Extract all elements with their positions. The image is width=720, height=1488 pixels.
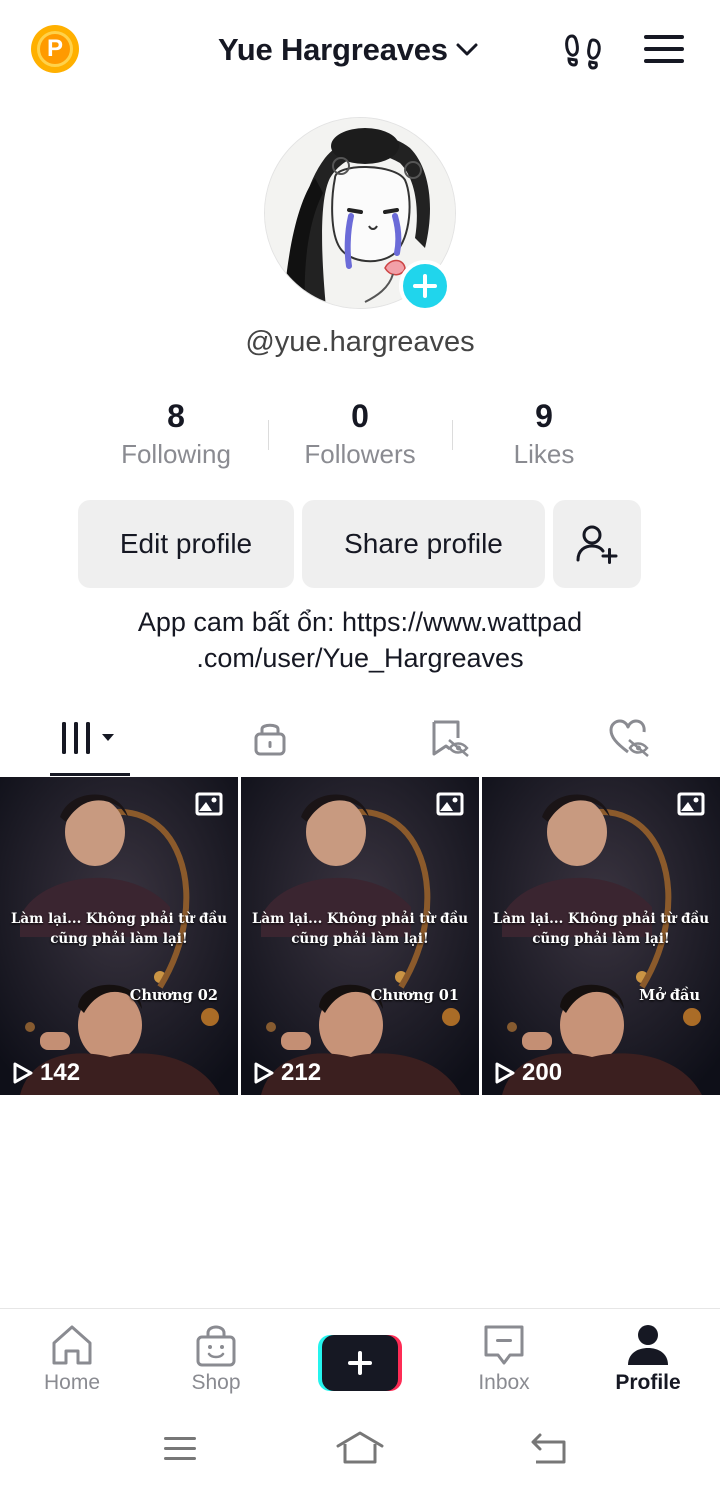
stat-followers-value: 0 [351,398,369,434]
photo-post-icon [195,792,223,816]
nav-inbox-label: Inbox [478,1371,530,1394]
promo-coin-button[interactable]: P [31,25,79,73]
nav-create[interactable] [288,1309,432,1408]
edit-profile-button[interactable]: Edit profile [78,500,294,588]
video-thumbnail[interactable]: Làm lại... Không phải từ đầu cũng phải l… [482,777,720,1095]
create-button[interactable] [318,1335,402,1391]
bottom-navigation: Home Shop Inbox Profile [0,1308,720,1408]
profile-icon [628,1325,668,1365]
video-caption-line1: Làm lại... Không phải từ đầu [492,911,710,927]
inbox-icon [484,1325,524,1365]
nav-shop-label: Shop [191,1371,241,1394]
video-thumbnail[interactable]: Làm lại... Không phải từ đầu cũng phải l… [241,777,479,1095]
hamburger-menu-icon[interactable] [643,31,685,67]
play-icon [495,1062,515,1084]
stat-following[interactable]: 8 Following [84,396,268,486]
video-caption-line2: cũng phải làm lại! [291,931,429,947]
content-tabs [0,700,720,776]
shopping-bag-icon [196,1325,236,1367]
add-friends-button[interactable] [553,500,641,588]
tab-liked[interactable] [540,700,720,776]
nav-home[interactable]: Home [0,1309,144,1408]
back-icon[interactable] [528,1432,572,1466]
video-caption-line1: Làm lại... Không phải từ đầu [10,911,228,927]
video-caption-line2: cũng phải làm lại! [532,931,670,947]
stat-likes-label: Likes [513,439,575,469]
profile-bio: App cam bất ổn: https://www.wattpad .com… [137,607,583,673]
photo-post-icon [677,792,705,816]
stat-likes-value: 9 [535,398,553,434]
photo-post-icon [436,792,464,816]
tab-private[interactable] [180,700,360,776]
view-count: 200 [494,1059,562,1087]
video-caption-line2: cũng phải làm lại! [50,931,188,947]
system-navigation-bar [0,1410,720,1488]
top-bar: P Yue Hargreaves [0,0,720,100]
add-user-icon [576,525,618,564]
video-thumbnail[interactable]: Làm lại... Không phải từ đầu cũng phải l… [0,777,238,1095]
view-count-value: 142 [40,1059,81,1086]
lock-icon [254,723,286,756]
stat-followers[interactable]: 0 Followers [268,396,452,486]
page-title: Yue Hargreaves [218,32,448,67]
grid-icon [62,722,114,754]
video-caption: Làm lại... Không phải từ đầu cũng phải l… [8,909,230,949]
nav-profile-label: Profile [615,1371,681,1394]
account-switcher[interactable]: Yue Hargreaves [218,28,480,72]
video-chapter-label: Mở đầu [639,987,700,1004]
view-count-value: 200 [522,1059,563,1086]
add-avatar-button[interactable] [399,260,451,312]
plus-icon [348,1351,372,1375]
home-icon [52,1325,92,1365]
stat-following-label: Following [121,439,231,469]
plus-icon [413,274,437,298]
video-chapter-label: Chương 01 [370,987,459,1004]
video-grid: Làm lại... Không phải từ đầu cũng phải l… [0,777,720,1095]
promo-letter: P [37,31,73,67]
avatar-container[interactable] [264,117,456,312]
nav-shop[interactable]: Shop [144,1309,288,1408]
video-caption-line1: Làm lại... Không phải từ đầu [251,911,469,927]
create-button-body [322,1335,398,1391]
system-home-icon[interactable] [335,1430,385,1466]
profile-handle: @yue.hargreaves [245,326,475,358]
play-icon [254,1062,274,1084]
video-caption: Làm lại... Không phải từ đầu cũng phải l… [249,909,471,949]
stat-following-value: 8 [167,398,185,434]
stat-followers-label: Followers [304,439,416,469]
video-chapter-label: Chương 02 [129,987,218,1004]
profile-stats: 8 Following 0 Followers 9 Likes [84,396,636,486]
nav-profile[interactable]: Profile [576,1309,720,1408]
liked-hidden-icon [609,719,649,757]
tab-favorites[interactable] [360,700,540,776]
video-caption: Làm lại... Không phải từ đầu cũng phải l… [490,909,712,949]
view-count-value: 212 [281,1059,322,1086]
nav-home-label: Home [43,1371,101,1394]
play-icon [13,1062,33,1084]
nav-inbox[interactable]: Inbox [432,1309,576,1408]
chevron-down-icon [456,43,478,56]
stat-likes[interactable]: 9 Likes [452,396,636,486]
view-count: 212 [253,1059,321,1087]
view-count: 142 [12,1059,80,1087]
saved-hidden-icon [432,720,469,757]
tab-videos[interactable] [0,700,180,776]
footprint-icon[interactable] [562,30,604,72]
share-profile-button[interactable]: Share profile [302,500,545,588]
recent-apps-icon[interactable] [160,1434,200,1464]
